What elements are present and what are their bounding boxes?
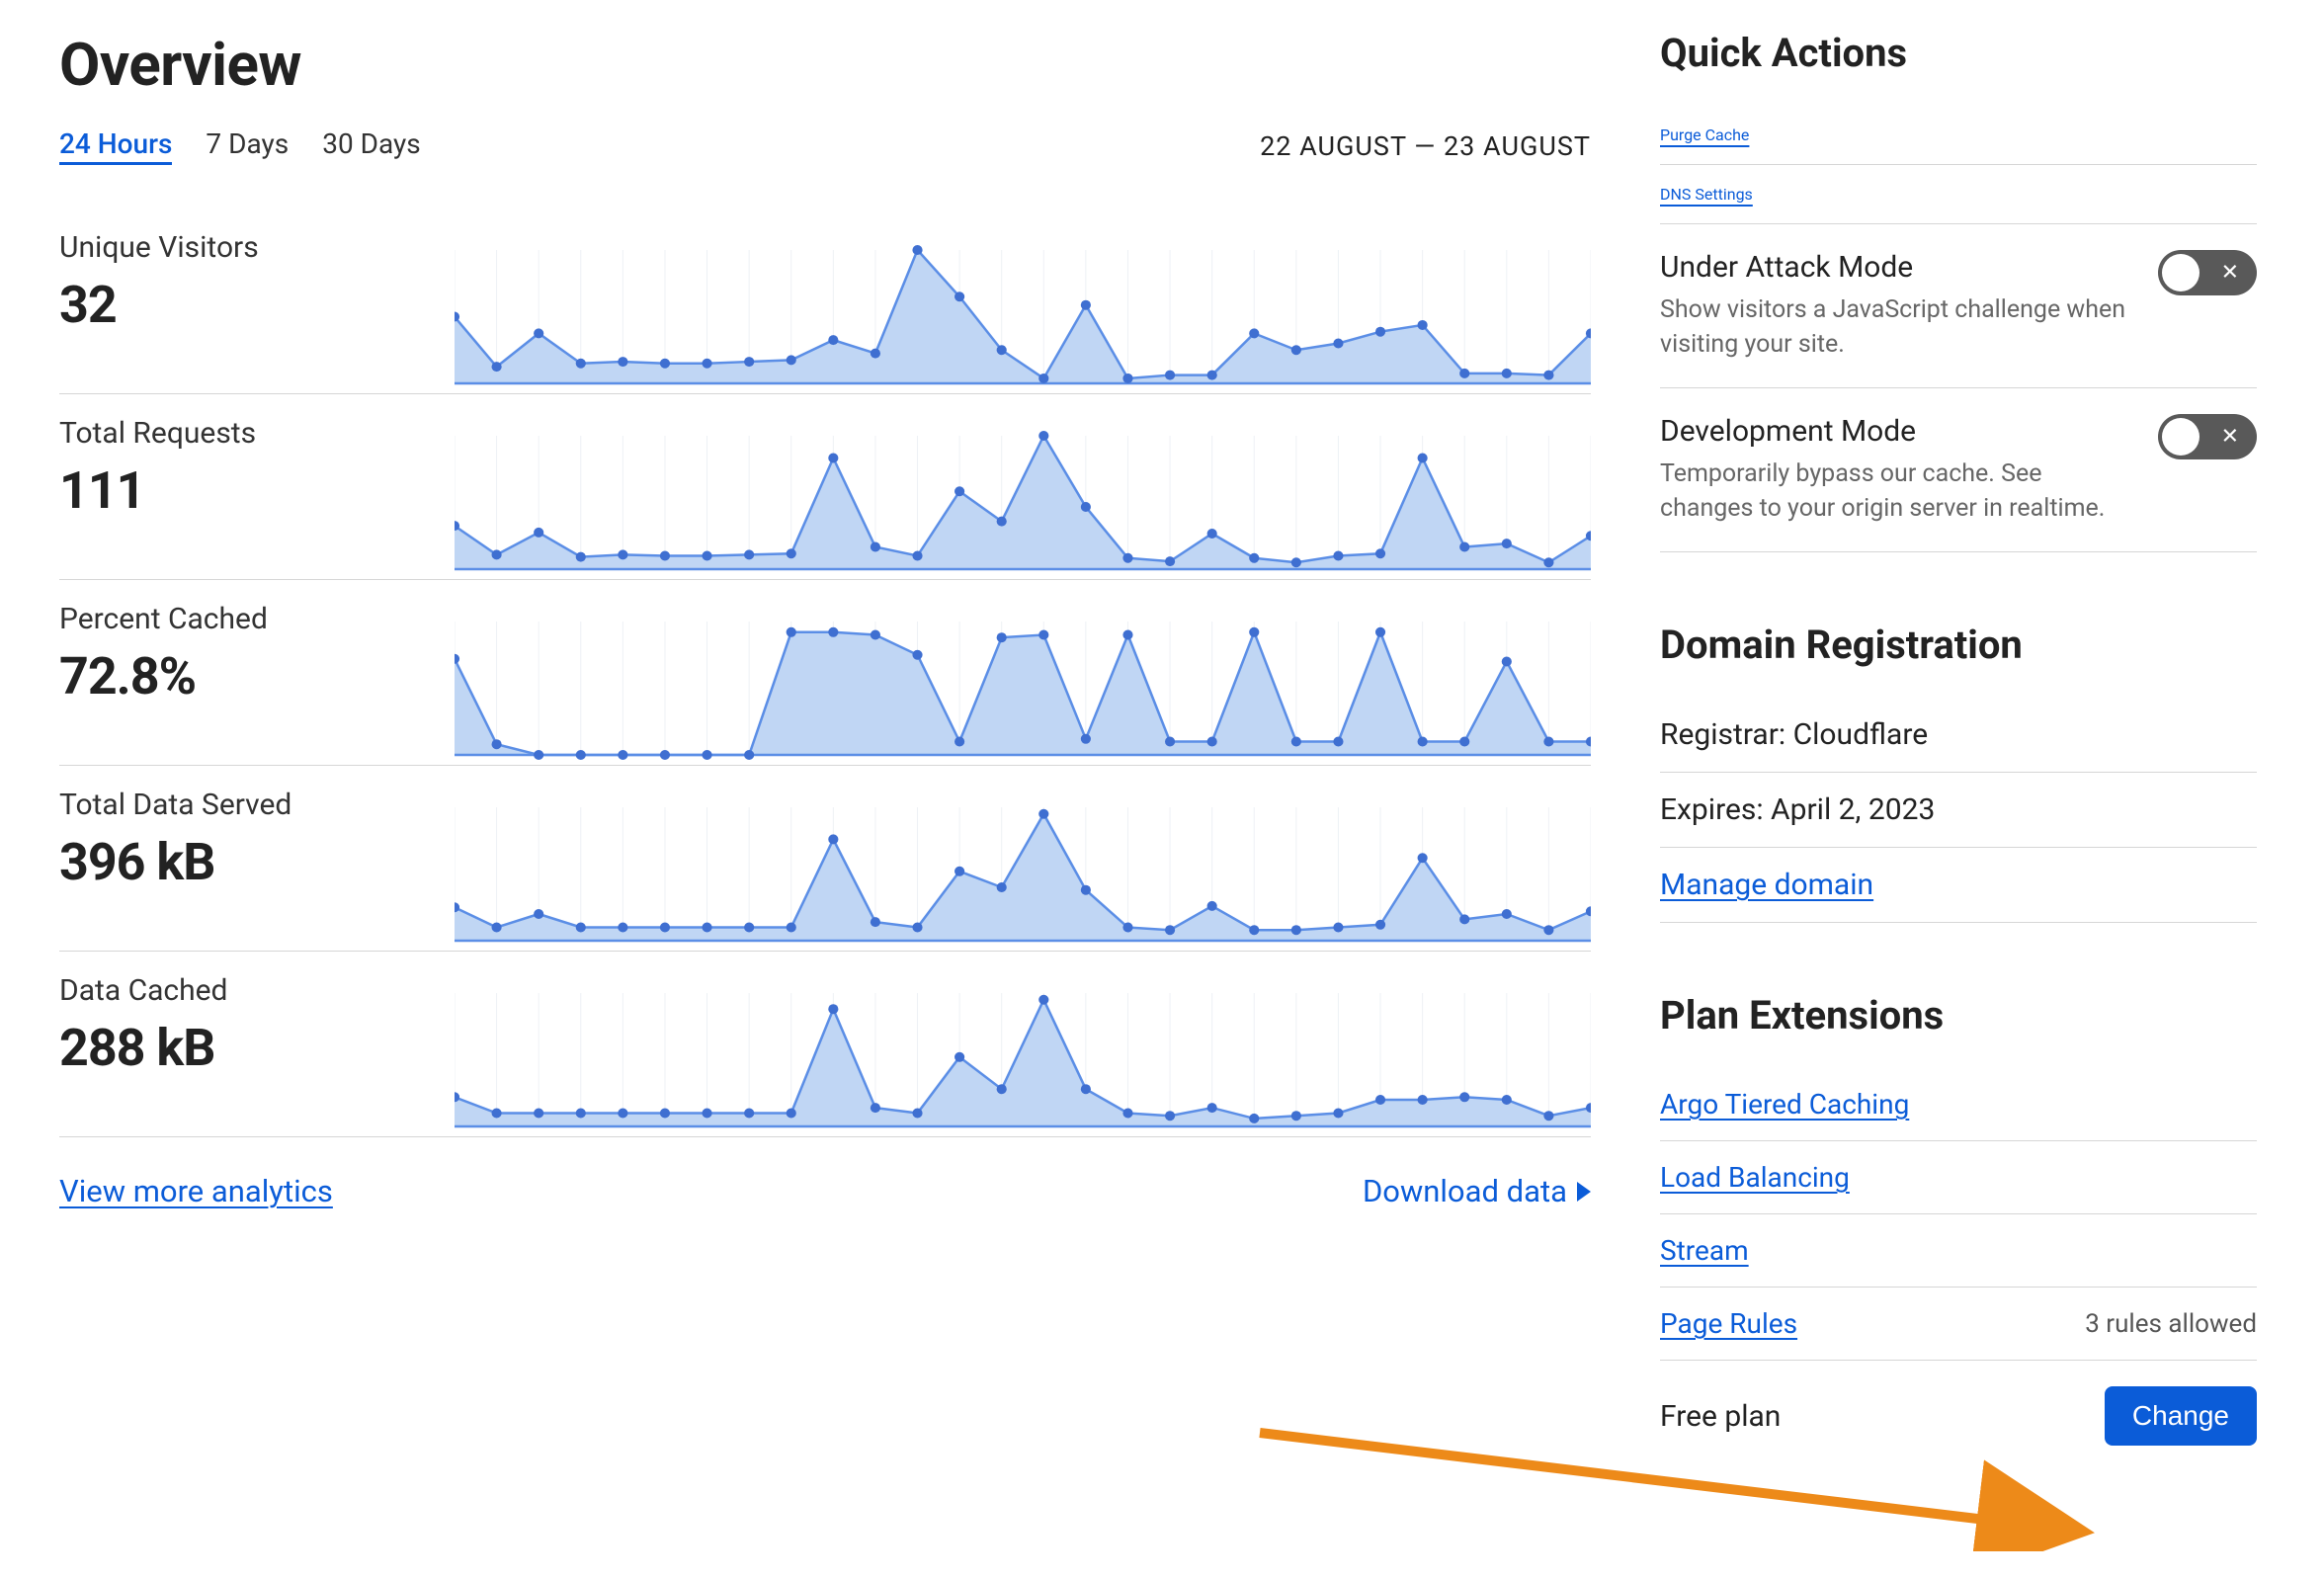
stream-link[interactable]: Stream [1660, 1234, 1749, 1267]
metric-label: Unique Visitors [59, 230, 455, 265]
development-mode-title: Development Mode [1660, 414, 2128, 449]
registrar-label: Registrar: Cloudflare [1660, 698, 2257, 773]
current-plan-label: Free plan [1660, 1399, 1781, 1434]
dns-settings-link[interactable]: DNS Settings [1660, 185, 1753, 204]
metric-label: Total Data Served [59, 788, 455, 822]
under-attack-mode-toggle[interactable]: ✕ [2158, 250, 2257, 295]
sparkline-chart [455, 973, 1591, 1136]
page-rules-hint: 3 rules allowed [2085, 1309, 2257, 1339]
download-data-link[interactable]: Download data [1363, 1173, 1591, 1209]
metric-label: Total Requests [59, 416, 455, 451]
metric-label: Percent Cached [59, 602, 455, 636]
metric-value: 72.8% [59, 646, 455, 706]
development-mode-desc: Temporarily bypass our cache. See change… [1660, 457, 2128, 526]
download-data-label: Download data [1363, 1173, 1567, 1209]
tab-7-days[interactable]: 7 Days [206, 127, 289, 165]
caret-right-icon [1577, 1182, 1591, 1202]
under-attack-mode-desc: Show visitors a JavaScript challenge whe… [1660, 292, 2128, 362]
x-icon: ✕ [2221, 425, 2239, 450]
development-mode-toggle[interactable]: ✕ [2158, 414, 2257, 459]
metric-value: 396 kB [59, 832, 455, 892]
metric-row: Total Data Served 396 kB [59, 766, 1591, 952]
metric-row: Unique Visitors 32 [59, 208, 1591, 394]
time-range-tabs: 24 Hours 7 Days 30 Days [59, 127, 421, 165]
tab-30-days[interactable]: 30 Days [322, 127, 421, 165]
tab-24-hours[interactable]: 24 Hours [59, 127, 172, 165]
page-rules-link[interactable]: Page Rules [1660, 1307, 1797, 1340]
purge-cache-link[interactable]: Purge Cache [1660, 125, 1749, 144]
date-range-label: 22 AUGUST — 23 AUGUST [1260, 130, 1591, 162]
sparkline-chart [455, 230, 1591, 393]
metric-value: 288 kB [59, 1018, 455, 1078]
plan-extensions-heading: Plan Extensions [1660, 992, 2257, 1039]
metric-row: Percent Cached 72.8% [59, 580, 1591, 766]
change-plan-button[interactable]: Change [2105, 1386, 2257, 1446]
page-title: Overview [59, 30, 1591, 100]
metric-value: 32 [59, 275, 455, 335]
argo-tiered-caching-link[interactable]: Argo Tiered Caching [1660, 1088, 1909, 1121]
metric-value: 111 [59, 460, 455, 521]
metric-row: Data Cached 288 kB [59, 952, 1591, 1137]
sparkline-chart [455, 602, 1591, 765]
expires-label: Expires: April 2, 2023 [1660, 773, 2257, 848]
quick-actions-heading: Quick Actions [1660, 30, 2257, 76]
load-balancing-link[interactable]: Load Balancing [1660, 1161, 1850, 1194]
x-icon: ✕ [2221, 261, 2239, 286]
domain-registration-heading: Domain Registration [1660, 622, 2257, 668]
sparkline-chart [455, 416, 1591, 579]
metric-label: Data Cached [59, 973, 455, 1008]
sparkline-chart [455, 788, 1591, 951]
manage-domain-link[interactable]: Manage domain [1660, 868, 1873, 902]
view-more-analytics-link[interactable]: View more analytics [59, 1173, 333, 1209]
under-attack-mode-title: Under Attack Mode [1660, 250, 2128, 285]
metric-row: Total Requests 111 [59, 394, 1591, 580]
